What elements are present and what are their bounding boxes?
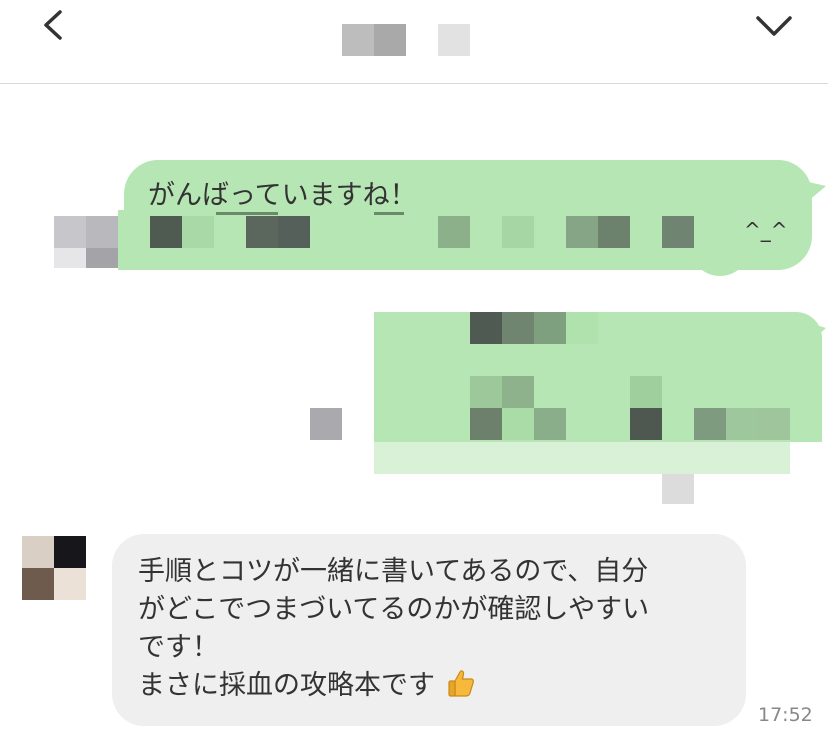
decor-underline	[216, 212, 278, 215]
chat-title-redacted	[342, 24, 406, 56]
message-text: がんばっていますね！	[148, 180, 417, 211]
sent-bubble-2-bottom	[374, 442, 790, 474]
message-line: がどこでつまづいてるのかが確認しやすい	[138, 594, 650, 625]
chevron-left-icon	[44, 10, 62, 40]
emoticon-text: ^_^	[744, 218, 788, 242]
collapse-button[interactable]	[754, 8, 794, 42]
message-line: まさに採血の攻略本です	[138, 670, 435, 701]
message-line: 手順とコツが一緒に書いてあるので、自分	[138, 556, 649, 587]
thumbs-up-icon	[447, 670, 474, 697]
chat-header	[0, 0, 828, 84]
read-status-redacted	[310, 408, 342, 440]
message-time: 17:52	[758, 704, 813, 726]
chat-title-redacted-2	[438, 24, 470, 56]
back-button[interactable]	[38, 8, 72, 42]
bubble-tail	[806, 322, 826, 346]
time-redacted	[662, 474, 694, 504]
bubble-edge-2	[690, 240, 750, 276]
message-line: です！	[138, 632, 219, 663]
message-line-last: まさに採血の攻略本です	[138, 668, 476, 704]
chevron-down-icon	[756, 16, 792, 36]
decor-underline	[374, 212, 404, 215]
